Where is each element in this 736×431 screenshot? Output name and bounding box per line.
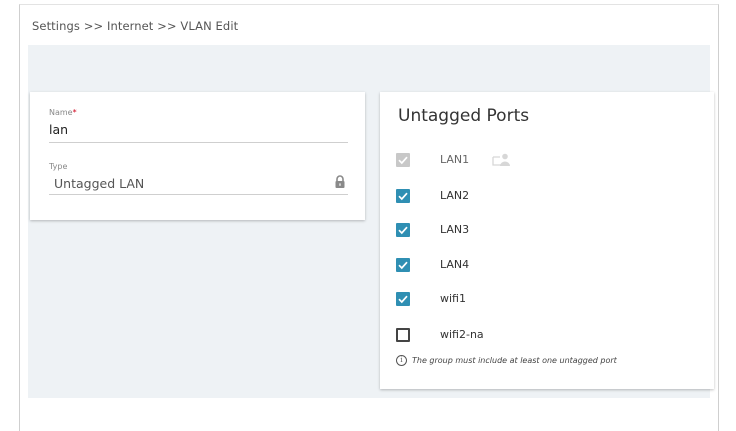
lan4-label: LAN4: [440, 258, 470, 271]
wifi1-label: wifi1: [440, 292, 466, 305]
lan3-checkbox[interactable]: [396, 223, 410, 237]
lan3-label: LAN3: [440, 223, 470, 236]
untagged-ports-title: Untagged Ports: [398, 106, 530, 126]
vlan-details-card: Name* lan Type Untagged LAN: [30, 92, 365, 220]
type-field-label: Type: [49, 162, 68, 171]
lan4-checkbox[interactable]: [396, 258, 410, 272]
required-mark: *: [72, 108, 77, 117]
info-icon: i: [396, 355, 407, 366]
port-row-wifi1[interactable]: wifi1: [396, 291, 696, 309]
lock-icon: [335, 175, 345, 188]
type-field-underline: [49, 194, 348, 195]
wifi2-na-checkbox[interactable]: [396, 328, 410, 342]
lan1-checkbox: [396, 153, 410, 167]
port-row-lan4[interactable]: LAN4: [396, 257, 696, 275]
check-icon: [398, 261, 408, 270]
check-icon: [398, 226, 408, 235]
port-row-wifi2-na[interactable]: wifi2-na: [396, 327, 696, 345]
breadcrumb: Settings >> Internet >> VLAN Edit: [32, 19, 239, 33]
lan2-checkbox[interactable]: [396, 189, 410, 203]
untagged-ports-card: Untagged Ports LAN1 LAN2 LAN3 LAN4 wifi1…: [380, 92, 714, 389]
port-row-lan3[interactable]: LAN3: [396, 222, 696, 240]
hint-text: The group must include at least one unta…: [412, 356, 617, 365]
check-icon: [398, 156, 408, 165]
name-field-label: Name*: [49, 108, 77, 117]
check-icon: [398, 192, 408, 201]
port-row-lan2[interactable]: LAN2: [396, 188, 696, 206]
port-row-lan1: LAN1: [396, 152, 696, 170]
name-field-underline: [49, 142, 348, 143]
lan1-label: LAN1: [440, 153, 470, 166]
name-field[interactable]: lan: [49, 122, 68, 137]
check-icon: [398, 295, 408, 304]
name-label-text: Name: [49, 108, 73, 117]
user-icon: [492, 153, 510, 166]
lan2-label: LAN2: [440, 189, 470, 202]
wifi2-na-label: wifi2-na: [440, 328, 484, 341]
wifi1-checkbox[interactable]: [396, 292, 410, 306]
type-field: Untagged LAN: [54, 176, 145, 191]
